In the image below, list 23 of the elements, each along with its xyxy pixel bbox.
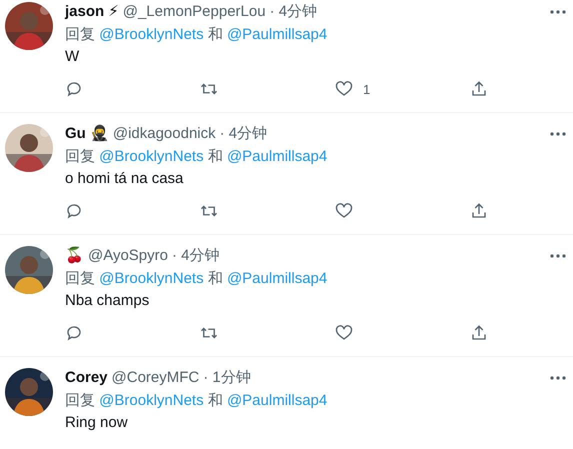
user-handle[interactable]: @_LemonPepperLou <box>122 2 266 22</box>
name-emoji: ⚡ <box>108 2 119 22</box>
tweet-time[interactable]: · 4分钟 <box>270 2 318 22</box>
tweet-time[interactable]: · 1分钟 <box>203 368 251 388</box>
reply-to-line: 回复 @BrooklynNets 和 @Paulmillsap4 <box>65 391 328 411</box>
user-name[interactable]: jason <box>65 2 104 22</box>
reply-to-line: 回复 @BrooklynNets 和 @Paulmillsap4 <box>65 269 328 289</box>
user-name[interactable]: Gu <box>65 124 86 144</box>
tweet-text: W <box>65 47 80 67</box>
tweet-text: Nba champs <box>65 291 150 311</box>
user-handle[interactable]: @idkagoodnick <box>112 124 216 144</box>
user-handle[interactable]: @CoreyMFC <box>112 368 200 388</box>
name-emoji: 🥷 <box>90 124 109 144</box>
tweet-text: Ring now <box>65 413 129 433</box>
user-name[interactable]: Corey <box>65 368 108 388</box>
reply-to-line: 回复 @BrooklynNets 和 @Paulmillsap4 <box>65 147 328 167</box>
like-count: 1 <box>363 82 370 96</box>
reply-to-line: 回复 @BrooklynNets 和 @Paulmillsap4 <box>65 25 328 45</box>
name-emoji: 🍒 <box>65 246 84 266</box>
user-handle[interactable]: @AyoSpyro <box>88 246 168 266</box>
tweet-text: o homi tá na casa <box>65 169 184 189</box>
tweet-time[interactable]: · 4分钟 <box>220 124 268 144</box>
tweet-time[interactable]: · 4分钟 <box>172 246 220 266</box>
